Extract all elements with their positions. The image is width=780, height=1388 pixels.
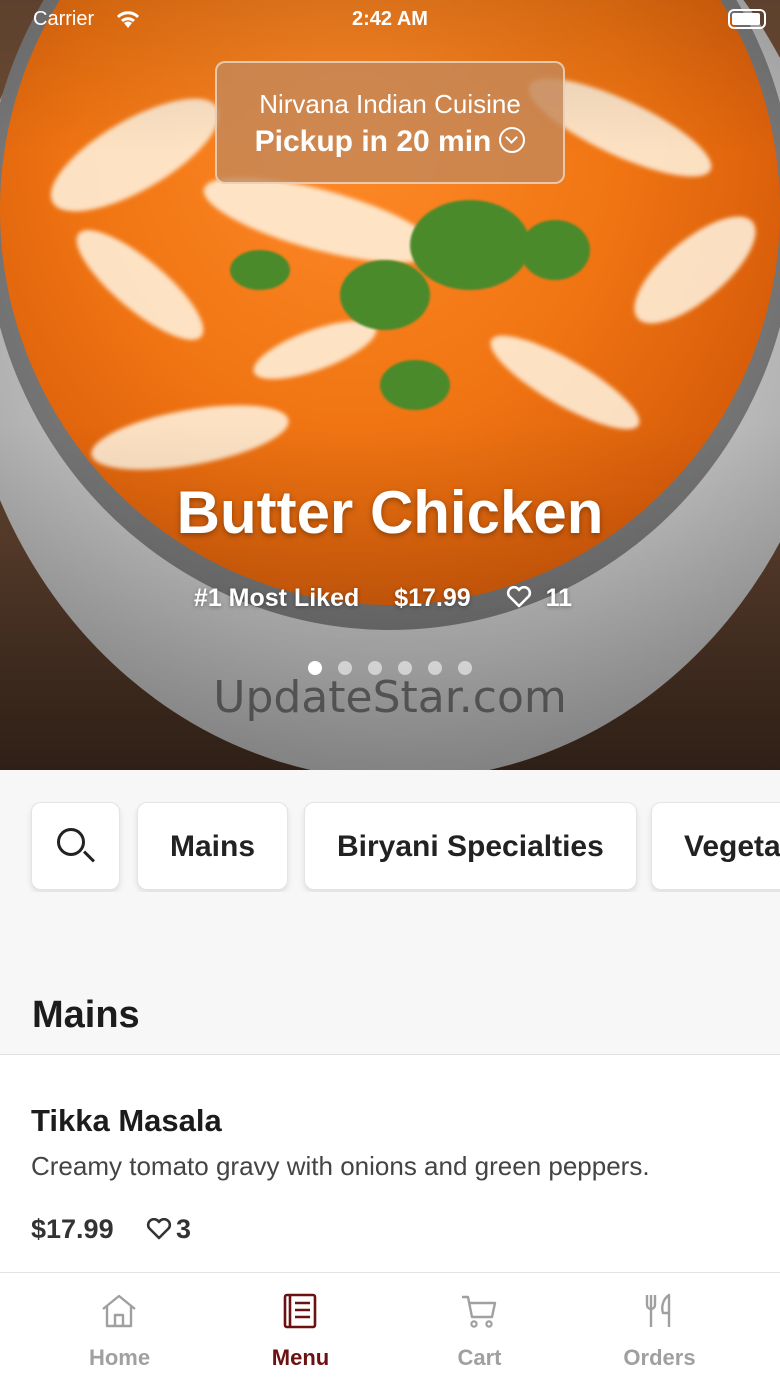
menu-item-card[interactable]: Tikka Masala Creamy tomato gravy with on… <box>0 1055 780 1272</box>
menu-item-likes[interactable]: 3 <box>146 1214 191 1245</box>
category-chip-mains[interactable]: Mains <box>137 802 289 890</box>
tab-label: Cart <box>457 1345 502 1370</box>
tab-home[interactable]: Home <box>22 1273 217 1388</box>
chevron-down-icon <box>499 127 526 154</box>
menu-item-price: $17.99 <box>31 1214 114 1244</box>
category-chip-vegetarian[interactable]: Vegeta <box>651 802 780 890</box>
pickup-selector-button[interactable]: Nirvana Indian Cuisine Pickup in 20 min <box>215 61 565 184</box>
most-liked-badge: #1 Most Liked <box>193 584 360 612</box>
bottom-tab-bar: Home Menu Cart Orders <box>0 1272 780 1388</box>
fork-knife-icon <box>645 1293 671 1327</box>
clock: 2:42 AM <box>352 8 428 30</box>
pickup-time-label: Pickup in 20 min <box>254 125 492 158</box>
featured-hero-image[interactable]: Carrier 2:42 AM Nirvana Indian Cuisine P… <box>0 0 780 770</box>
menu-item-name: Tikka Masala <box>31 1103 222 1138</box>
search-icon <box>57 828 85 856</box>
featured-item-title: Butter Chicken <box>176 479 604 546</box>
menu-book-icon <box>283 1293 317 1329</box>
category-chip-biryani[interactable]: Biryani Specialties <box>304 802 637 890</box>
watermark: UpdateStar.com <box>213 672 567 723</box>
category-chip-bar[interactable]: Mains Biryani Specialties Vegeta <box>0 802 780 892</box>
battery-icon <box>728 9 766 29</box>
tab-cart[interactable]: Cart <box>382 1273 577 1388</box>
tab-label: Menu <box>271 1345 330 1370</box>
section-title: Mains <box>32 994 140 1036</box>
featured-likes[interactable]: 11 <box>506 584 586 612</box>
featured-likes-count: 11 <box>545 584 573 612</box>
status-bar: Carrier 2:42 AM <box>0 0 780 40</box>
featured-item-meta: #1 Most Liked $17.99 11 <box>0 584 780 613</box>
tab-menu[interactable]: Menu <box>203 1273 398 1388</box>
featured-price: $17.99 <box>394 584 471 612</box>
heart-icon <box>146 1217 172 1240</box>
menu-item-description: Creamy tomato gravy with onions and gree… <box>31 1151 650 1181</box>
tab-label: Home <box>88 1345 151 1370</box>
pickup-time-row: Pickup in 20 min <box>217 125 563 159</box>
search-button[interactable] <box>31 802 120 890</box>
tab-label: Orders <box>623 1345 696 1370</box>
cart-icon <box>462 1295 497 1328</box>
menu-item-likes-count: 3 <box>176 1214 192 1244</box>
restaurant-name: Nirvana Indian Cuisine <box>259 89 521 119</box>
home-icon <box>102 1294 136 1328</box>
heart-icon <box>506 586 531 608</box>
tab-orders[interactable]: Orders <box>562 1273 757 1388</box>
